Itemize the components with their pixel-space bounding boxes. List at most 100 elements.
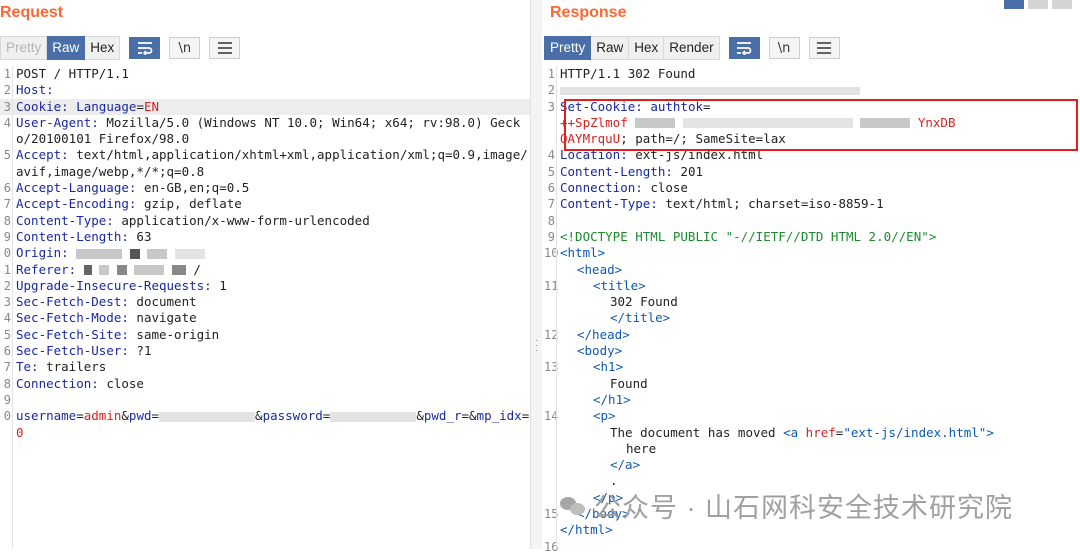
header-name: Referer: [16,261,77,277]
param-name: pwd_r [423,408,462,424]
splitter-grip-icon: · · · [535,335,539,356]
request-line-text: POST / HTTP/1.1 [16,66,129,81]
redacted-block [159,411,256,422]
request-line: 1 Referer: / [0,262,530,278]
param-name: password [262,408,323,424]
redacted-block [860,118,911,129]
request-body-line: 0 username=admin&pwd= &password= &pwd_r=&mp… [0,408,530,441]
param-value: admin [83,408,122,424]
header-value: trailers [38,359,107,375]
tab-hex[interactable]: Hex [629,36,665,60]
redacted-block [682,118,853,129]
layout-toggle[interactable] [1004,0,1072,9]
menu-button[interactable] [808,37,840,59]
layout-split-icon[interactable] [1004,0,1024,9]
header-value: close [98,375,144,391]
layout-vertical-icon[interactable] [1052,0,1072,9]
equals: = [703,98,711,114]
show-newlines-button[interactable]: \n [768,37,800,59]
tab-pretty[interactable]: Pretty [0,36,48,60]
header-name: Connection: [560,180,643,196]
cookie-value: ++SpZlmof [560,114,628,130]
request-line: 1 POST / HTTP/1.1 [0,66,530,82]
response-editor[interactable]: 1 HTTP/1.1 302 Found 2 3 Set-Cookie: autht… [544,66,1080,554]
response-line: 9 <!DOCTYPE HTML PUBLIC "-//IETF//DTD HTM… [544,229,1080,245]
response-line: 7 Content-Type: text/html; charset=iso-88… [544,196,1080,212]
response-line: 8 [544,213,1080,229]
header-value: close [642,180,688,196]
watermark: 公众号 · 山石网科安全技术研究院 [560,486,1013,525]
header-name: Set-Cookie: [560,98,643,114]
redacted-block [330,411,417,422]
header-name: Cookie: [16,98,69,114]
word-wrap-button[interactable] [728,37,760,59]
redacted-block [635,118,676,129]
param-name: username [16,408,77,424]
cookie-name: Language [76,98,137,114]
request-line: 4 User-Agent: Mozilla/5.0 (Windows NT 10.… [0,115,530,148]
request-line: 7 Te: trailers [0,359,530,375]
response-line: 2 [544,82,1080,98]
html-tag: <p> [593,408,616,424]
ampersand: & [121,408,129,424]
request-gutter [0,66,13,549]
request-line: 5 Sec-Fetch-Site: same-origin [0,327,530,343]
header-value: / [193,261,201,277]
show-newlines-button[interactable]: \n [169,37,201,59]
equals: = [322,408,331,424]
word-wrap-button[interactable] [129,37,161,59]
header-name: Sec-Fetch-User: [16,343,129,359]
wechat-icon [560,495,586,517]
tab-hex[interactable]: Hex [85,36,121,60]
redacted-block [83,265,92,276]
title-text: 302 Found [610,294,678,310]
header-value: text/html,application/xhtml+xml,applicat… [16,147,528,179]
request-line: 4 Sec-Fetch-Mode: navigate [0,310,530,326]
tab-pretty[interactable]: Pretty [544,36,592,60]
redacted-block [76,248,123,259]
equals: = [151,408,160,424]
request-line: 2 Host: [0,82,530,98]
cookie-value: OAYMrquU [560,131,621,147]
heading-text: Found [610,375,648,391]
response-pane: Response Pretty Raw Hex Render \n 1 HTTP/… [542,0,1080,554]
html-tag: </title> [610,310,671,326]
header-value: text/html; charset=iso-8859-1 [657,196,884,212]
response-line: </title> [544,310,1080,326]
header-name: Content-Type: [16,212,114,228]
header-name: Content-Type: [560,196,658,212]
status-line: HTTP/1.1 302 Found [560,66,696,81]
param-name: mp_idx [476,408,522,424]
paragraph-text: The document has moved [610,424,784,440]
html-tag: <title> [593,277,646,293]
request-editor[interactable]: 1 POST / HTTP/1.1 2 Host: 3 Cookie: Languag… [0,66,530,549]
menu-button[interactable] [209,37,241,59]
header-name: Accept-Encoding: [16,196,137,212]
request-line: 2 Upgrade-Insecure-Requests: 1 [0,278,530,294]
html-tag: </h1> [593,391,631,407]
cookie-value: YnxDB [917,114,956,130]
request-line: 8 Connection: close [0,376,530,392]
attr-name: href [805,424,836,440]
redacted-block [129,248,140,259]
request-title: Request [0,4,64,21]
response-line: </a> [544,457,1080,473]
html-tag: </head> [577,326,630,342]
tab-raw[interactable]: Raw [47,36,86,60]
tab-render[interactable]: Render [664,36,720,60]
doctype: <!DOCTYPE HTML PUBLIC "-//IETF//DTD HTML… [560,228,937,244]
layout-horizontal-icon[interactable] [1028,0,1048,9]
request-line: 0 Origin: [0,245,530,261]
equals: = [461,408,470,424]
header-name: Origin: [16,245,69,261]
header-value: gzip, deflate [136,196,242,212]
cookie-value: EN [143,98,160,114]
header-value: same-origin [128,326,220,342]
header-name: Sec-Fetch-Mode: [16,310,129,326]
header-value: 201 [672,163,703,179]
request-line: 6 Accept-Language: en-GB,en;q=0.5 [0,180,530,196]
response-line: 13 <h1> [544,359,1080,375]
header-name: Upgrade-Insecure-Requests: [16,277,212,293]
response-line: 6 Connection: close [544,180,1080,196]
tab-raw[interactable]: Raw [591,36,630,60]
